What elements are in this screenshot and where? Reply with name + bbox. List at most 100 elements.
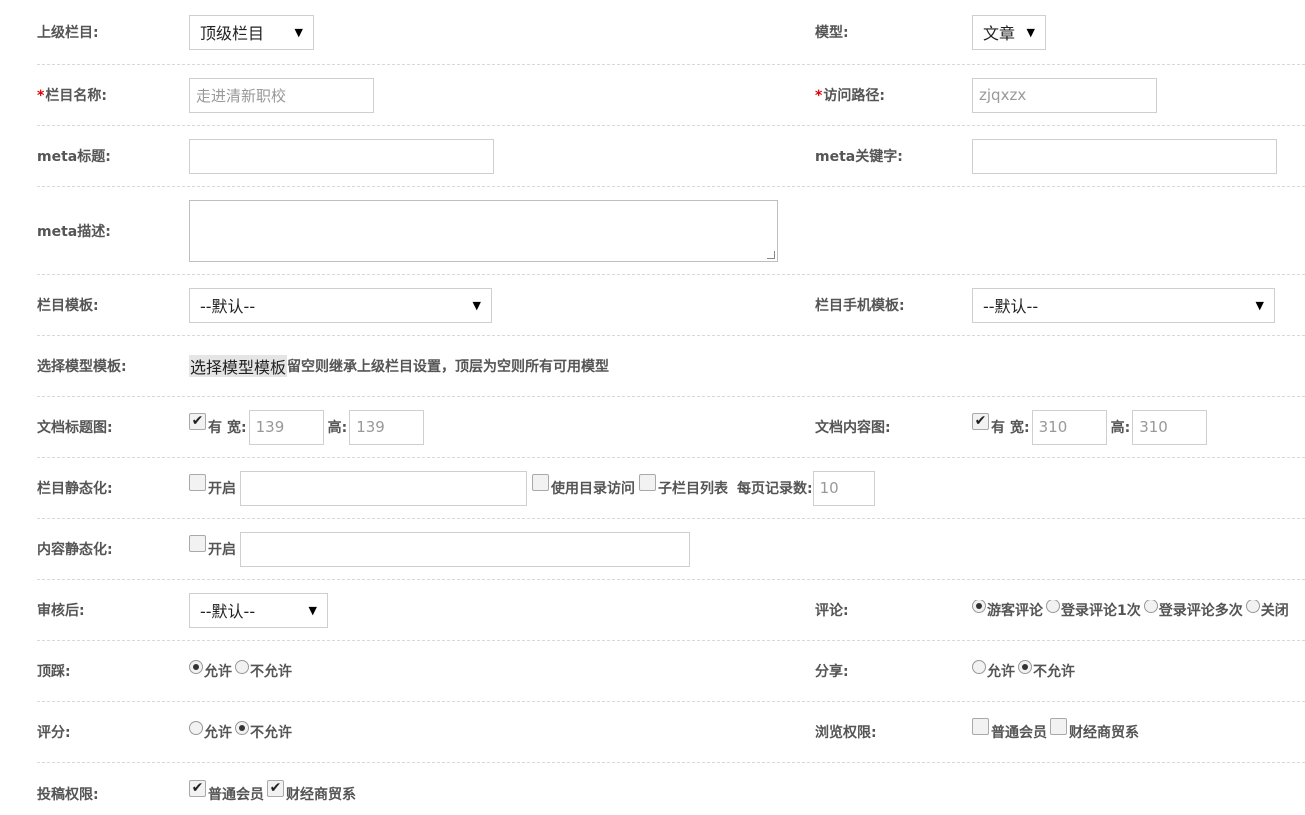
check-icon: ✔: [191, 413, 204, 429]
path-label-text: 访问路径:: [823, 88, 885, 104]
doc-content-width-input[interactable]: 310: [1031, 409, 1107, 445]
share-radio-deny[interactable]: [1018, 660, 1032, 674]
comment-radio-guest[interactable]: [972, 600, 986, 613]
row-content-static: 内容静态化: 开启: [37, 519, 1305, 580]
row-meta-desc: meta描述:: [37, 187, 1305, 275]
meta-keywords-input[interactable]: [972, 138, 1277, 174]
browse-option-finance: 财经商贸系: [1069, 725, 1139, 741]
comment-radio-close[interactable]: [1245, 600, 1260, 613]
static-enable-checkbox[interactable]: [189, 473, 206, 491]
vote-label: 顶踩:: [37, 664, 71, 680]
name-label: *栏目名称:: [37, 85, 107, 105]
comment-option-login-once: 登录评论1次: [1061, 603, 1141, 619]
content-static-group: 开启: [189, 531, 690, 567]
model-template-hint: 留空则继承上级栏目设置，顶层为空则所有可用模型: [287, 359, 610, 375]
meta-title-input[interactable]: [189, 138, 494, 174]
category-form: 上级栏目: 顶级栏目 ▼ 模型: 文章 ▼ *栏目名称: 走进清新职校 *访问路…: [37, 0, 1305, 815]
triangle-down-icon: ▼: [1255, 298, 1264, 312]
doc-title-width-label: 宽:: [227, 420, 247, 436]
name-label-text: 栏目名称:: [45, 88, 107, 104]
doc-title-img-group: ✔ 有 宽: 139 高: 139: [189, 409, 425, 445]
comment-label: 评论:: [815, 603, 849, 619]
per-page-label: 每页记录数:: [737, 481, 813, 497]
row-meta-title: meta标题: meta关键字:: [37, 126, 1305, 187]
comment-option-close: 关闭: [1260, 603, 1289, 619]
submit-option-member: 普通会员: [208, 787, 264, 803]
check-icon: ✔: [974, 413, 987, 429]
template-select[interactable]: --默认-- ▼: [189, 287, 492, 323]
browse-option-member: 普通会员: [991, 725, 1047, 741]
doc-title-width-input[interactable]: 139: [248, 409, 324, 445]
check-icon: ✔: [269, 780, 282, 796]
parent-select[interactable]: 顶级栏目 ▼: [189, 14, 314, 50]
path-input[interactable]: zjqxzx: [972, 77, 1157, 113]
browse-finance-checkbox[interactable]: [1050, 717, 1067, 735]
meta-desc-textarea[interactable]: [189, 199, 778, 262]
row-static: 栏目静态化: 开启 使用目录访问 子栏目列表 每页记录数: 10: [37, 458, 1305, 519]
triangle-down-icon: ▼: [1026, 25, 1035, 39]
browse-member-checkbox[interactable]: [972, 717, 989, 735]
doc-title-img-check-label: 有: [208, 420, 222, 436]
triangle-down-icon: ▼: [308, 603, 317, 617]
check-icon: ✔: [191, 780, 204, 796]
rating-option-allow: 允许: [204, 725, 232, 741]
dir-access-checkbox[interactable]: [532, 473, 549, 491]
comment-option-guest: 游客评论: [987, 603, 1043, 619]
model-template-label: 选择模型模板:: [37, 359, 127, 375]
static-group: 开启 使用目录访问 子栏目列表 每页记录数: 10: [189, 470, 875, 506]
browse-checkbox-group: 普通会员 财经商贸系: [972, 717, 1142, 742]
rating-radio-group: 允许 不允许: [189, 721, 295, 742]
required-mark: *: [815, 88, 823, 104]
comment-radio-login-once[interactable]: [1046, 600, 1060, 613]
share-label: 分享:: [815, 664, 849, 680]
audit-select[interactable]: --默认-- ▼: [189, 592, 328, 628]
vote-option-allow: 允许: [204, 664, 232, 680]
vote-radio-allow[interactable]: [189, 660, 203, 674]
choose-model-template-button[interactable]: 选择模型模板: [189, 355, 288, 377]
mobile-template-select-value: --默认--: [983, 297, 1039, 316]
per-page-input[interactable]: 10: [812, 470, 875, 506]
static-rule-input[interactable]: [240, 470, 527, 506]
mobile-template-select[interactable]: --默认-- ▼: [972, 287, 1275, 323]
comment-radio-login-many[interactable]: [1143, 600, 1158, 613]
doc-title-height-input[interactable]: 139: [349, 409, 425, 445]
sub-list-checkbox[interactable]: [639, 473, 656, 491]
doc-content-img-group: ✔ 有 宽: 310 高: 310: [972, 409, 1208, 445]
vote-radio-deny[interactable]: [235, 660, 249, 674]
submit-finance-checkbox[interactable]: ✔: [267, 779, 284, 797]
submit-member-checkbox[interactable]: ✔: [189, 779, 206, 797]
parent-label-cell: 上级栏目:: [37, 0, 99, 64]
triangle-down-icon: ▼: [294, 25, 303, 39]
audit-label: 审核后:: [37, 603, 85, 619]
doc-content-height-label: 高:: [1110, 420, 1131, 436]
content-static-checkbox[interactable]: [189, 534, 206, 552]
share-radio-allow[interactable]: [972, 660, 986, 674]
row-vote-share: 顶踩: 允许 不允许 分享: 允许 不允许: [37, 641, 1305, 702]
model-select[interactable]: 文章 ▼: [972, 14, 1046, 50]
submit-checkbox-group: ✔ 普通会员 ✔ 财经商贸系: [189, 779, 359, 804]
dir-access-label: 使用目录访问: [551, 481, 635, 497]
submit-option-finance: 财经商贸系: [286, 787, 356, 803]
row-model-template: 选择模型模板: 选择模型模板 留空则继承上级栏目设置，顶层为空则所有可用模型: [37, 336, 1305, 397]
audit-select-value: --默认--: [200, 602, 256, 621]
doc-content-img-label: 文档内容图:: [815, 420, 891, 436]
doc-content-img-checkbox[interactable]: ✔: [972, 412, 989, 430]
content-static-enable-label: 开启: [208, 542, 236, 558]
rating-option-deny: 不允许: [250, 725, 292, 741]
rating-radio-deny[interactable]: [235, 721, 249, 735]
share-radio-group: 允许 不允许: [972, 660, 1078, 681]
doc-title-img-checkbox[interactable]: ✔: [189, 412, 206, 430]
content-static-input[interactable]: [240, 531, 690, 567]
model-template-group: 选择模型模板 留空则继承上级栏目设置，顶层为空则所有可用模型: [189, 355, 609, 377]
sub-list-label: 子栏目列表: [658, 481, 728, 497]
row-audit-comment: 审核后: --默认-- ▼ 评论: 游客评论 登录评论1次 登录评论多次 关闭: [37, 580, 1305, 641]
row-template: 栏目模板: --默认-- ▼ 栏目手机模板: --默认-- ▼: [37, 275, 1305, 336]
parent-select-value: 顶级栏目: [200, 24, 265, 43]
name-input[interactable]: 走进清新职校: [189, 77, 374, 113]
browse-label: 浏览权限:: [815, 725, 877, 741]
doc-title-height-label: 高:: [327, 420, 348, 436]
row-submit: 投稿权限: ✔ 普通会员 ✔ 财经商贸系: [37, 763, 1305, 815]
rating-radio-allow[interactable]: [189, 721, 203, 735]
doc-content-height-input[interactable]: 310: [1132, 409, 1208, 445]
meta-title-label: meta标题:: [37, 149, 111, 165]
